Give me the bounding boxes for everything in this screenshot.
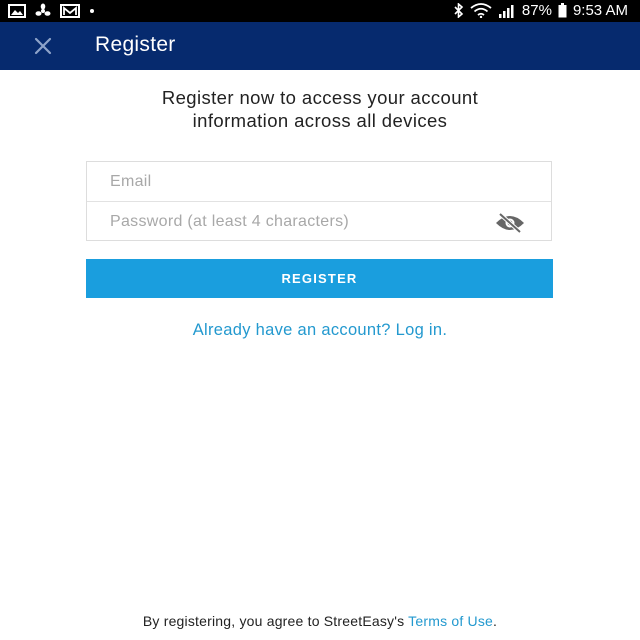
eye-off-icon	[496, 213, 524, 233]
system-icons: 87% 9:53 AM	[454, 2, 628, 19]
toggle-password-visibility-button[interactable]	[493, 212, 527, 234]
terms-of-use-link[interactable]: Terms of Use	[408, 613, 493, 629]
intro-text: Register now to access your account info…	[60, 86, 580, 132]
signal-icon	[498, 4, 516, 18]
terms-prefix: By registering, you agree to StreetEasy'…	[142, 613, 409, 629]
terms-notice: By registering, you agree to StreetEasy'…	[0, 613, 640, 629]
wifi-icon	[470, 3, 492, 18]
close-button[interactable]	[26, 32, 60, 60]
register-button[interactable]: REGISTER	[86, 259, 553, 298]
login-link[interactable]: Already have an account? Log in.	[0, 321, 640, 340]
app-bar: Register	[0, 22, 640, 70]
intro-line-1: Register now to access your account	[161, 87, 479, 108]
email-field[interactable]	[87, 162, 551, 202]
notification-icons	[8, 3, 95, 19]
page-title: Register	[95, 33, 176, 56]
fan-icon	[35, 3, 51, 19]
password-field[interactable]	[87, 202, 551, 242]
dot-icon	[89, 8, 95, 14]
image-icon	[8, 4, 26, 18]
battery-icon	[558, 3, 567, 18]
terms-suffix: .	[493, 613, 498, 629]
mail-icon	[60, 4, 80, 18]
battery-percent: 87%	[521, 2, 552, 19]
register-form	[86, 161, 552, 242]
clock: 9:53 AM	[572, 2, 628, 19]
intro-line-2: information across all devices	[192, 110, 448, 131]
status-bar: 87% 9:53 AM	[0, 0, 640, 22]
close-icon	[34, 37, 52, 55]
bluetooth-icon	[454, 3, 464, 18]
